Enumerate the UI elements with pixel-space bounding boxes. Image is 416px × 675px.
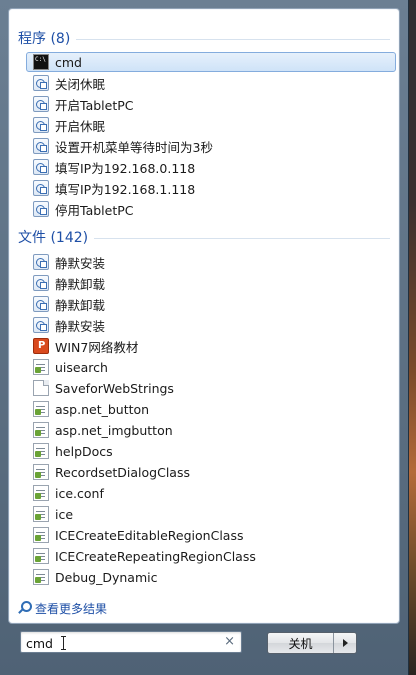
shortcut-icon <box>33 138 49 154</box>
file-item-label: 静默安装 <box>55 255 106 271</box>
file-item-label: asp.net_button <box>55 401 150 417</box>
file-item[interactable]: uisearch <box>26 357 396 377</box>
file-item-label: SaveforWebStrings <box>55 380 174 396</box>
program-item-label: 填写IP为192.168.1.118 <box>55 181 196 197</box>
file-item-label: uisearch <box>55 359 108 375</box>
start-menu: 程序 (8) cmd 关闭休眠 开启TabletPC 开启休眠 设置开机菜单等待… <box>0 0 409 675</box>
programs-header-label: 程序 (8) <box>18 31 71 47</box>
program-item[interactable]: 设置开机菜单等待时间为3秒 <box>26 136 396 156</box>
file-item[interactable]: ice.conf <box>26 483 396 503</box>
script-icon <box>33 422 49 438</box>
file-item[interactable]: 静默安装 <box>26 315 396 335</box>
program-item[interactable]: 关闭休眠 <box>26 73 396 93</box>
text-cursor-icon <box>61 636 66 650</box>
file-item[interactable]: SaveforWebStrings <box>26 378 396 398</box>
program-item-label: 停用TabletPC <box>55 202 134 218</box>
shortcut-icon <box>33 201 49 217</box>
files-divider <box>94 237 390 239</box>
file-item[interactable]: 静默安装 <box>26 252 396 272</box>
shutdown-options-arrow-icon[interactable] <box>334 633 356 653</box>
file-item-label: 静默卸载 <box>55 297 106 313</box>
programs-divider <box>76 38 390 40</box>
programs-group-header[interactable]: 程序 (8) <box>18 28 390 48</box>
file-item[interactable]: asp.net_imgbutton <box>26 420 396 440</box>
search-input[interactable] <box>21 632 228 654</box>
script-icon <box>33 569 49 585</box>
file-item[interactable]: ice <box>26 504 396 524</box>
program-item-label: 开启TabletPC <box>55 97 134 113</box>
script-icon <box>33 359 49 375</box>
file-item[interactable]: RecordsetDialogClass <box>26 462 396 482</box>
script-icon <box>33 485 49 501</box>
shortcut-icon <box>33 317 49 333</box>
file-item-label: 静默安装 <box>55 318 106 334</box>
program-item[interactable]: 停用TabletPC <box>26 199 396 219</box>
search-results-panel: 程序 (8) cmd 关闭休眠 开启TabletPC 开启休眠 设置开机菜单等待… <box>8 8 400 624</box>
shutdown-label: 关机 <box>288 636 313 651</box>
powerpoint-icon <box>33 338 49 354</box>
shortcut-icon <box>33 275 49 291</box>
shortcut-icon <box>33 296 49 312</box>
file-item[interactable]: 静默卸载 <box>26 273 396 293</box>
file-item-label: RecordsetDialogClass <box>55 464 190 480</box>
file-item-label: asp.net_imgbutton <box>55 422 173 438</box>
program-item-label: 填写IP为192.168.0.118 <box>55 160 196 176</box>
file-item[interactable]: Debug_Dynamic <box>26 567 396 587</box>
program-item-label: 设置开机菜单等待时间为3秒 <box>55 139 213 155</box>
cmd-icon <box>33 54 49 70</box>
script-icon <box>33 464 49 480</box>
file-item-label: Debug_Dynamic <box>55 569 158 585</box>
file-item[interactable]: 静默卸载 <box>26 294 396 314</box>
file-item-label: 静默卸载 <box>55 276 106 292</box>
program-item-cmd[interactable]: cmd <box>26 52 396 72</box>
shutdown-button[interactable]: 关机 <box>268 633 334 653</box>
file-item[interactable]: asp.net_button <box>26 399 396 419</box>
clear-search-icon[interactable]: × <box>224 634 235 649</box>
program-item-label: 开启休眠 <box>55 118 106 134</box>
shortcut-icon <box>33 75 49 91</box>
program-item[interactable]: 填写IP为192.168.0.118 <box>26 157 396 177</box>
program-item-label: 关闭休眠 <box>55 76 106 92</box>
program-item[interactable]: 开启TabletPC <box>26 94 396 114</box>
file-item-label: ICECreateRepeatingRegionClass <box>55 548 256 564</box>
shortcut-icon <box>33 96 49 112</box>
search-icon <box>17 601 32 615</box>
program-item[interactable]: 开启休眠 <box>26 115 396 135</box>
program-item-label: cmd <box>55 54 82 70</box>
script-icon <box>33 548 49 564</box>
file-item[interactable]: helpDocs <box>26 441 396 461</box>
see-more-results-link[interactable]: 查看更多结果 <box>17 598 107 618</box>
file-item[interactable]: ICECreateRepeatingRegionClass <box>26 546 396 566</box>
file-item-label: WIN7网络教材 <box>55 339 139 355</box>
shortcut-icon <box>33 117 49 133</box>
file-item[interactable]: WIN7网络教材 <box>26 336 396 356</box>
shortcut-icon <box>33 180 49 196</box>
shortcut-icon <box>33 159 49 175</box>
file-item-label: ICECreateEditableRegionClass <box>55 527 244 543</box>
file-item-label: helpDocs <box>55 443 113 459</box>
search-box[interactable]: × <box>20 631 242 654</box>
program-item[interactable]: 填写IP为192.168.1.118 <box>26 178 396 198</box>
script-icon <box>33 506 49 522</box>
file-item-label: ice <box>55 506 74 522</box>
shutdown-button-group: 关机 <box>267 632 357 654</box>
script-icon <box>33 527 49 543</box>
files-group-header[interactable]: 文件 (142) <box>18 227 390 247</box>
shortcut-icon <box>33 254 49 270</box>
see-more-label: 查看更多结果 <box>35 601 108 616</box>
file-item-label: ice.conf <box>55 485 104 501</box>
script-icon <box>33 443 49 459</box>
script-icon <box>33 401 49 417</box>
document-icon <box>33 380 49 396</box>
files-header-label: 文件 (142) <box>18 230 89 246</box>
file-item[interactable]: ICECreateEditableRegionClass <box>26 525 396 545</box>
